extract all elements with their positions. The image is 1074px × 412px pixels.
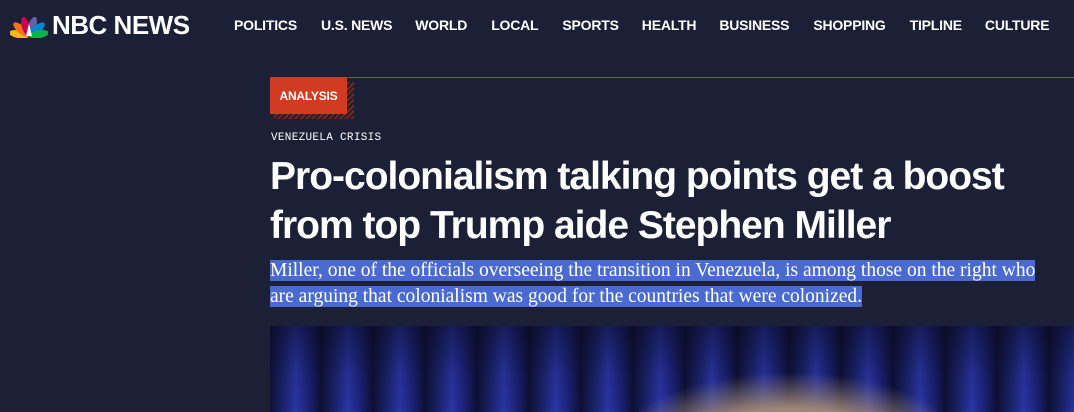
article-headline: Pro-colonialism talking points get a boo… bbox=[270, 155, 1005, 247]
brand-name: NBC NEWS bbox=[52, 10, 190, 40]
article-dek-text: Miller, one of the officials overseeing … bbox=[270, 260, 1036, 307]
lead-image-overlay bbox=[270, 326, 1074, 412]
site-header: NBC NEWS POLITICS U.S. NEWS WORLD LOCAL SPOR… bbox=[0, 0, 1074, 50]
nav-item-business[interactable]: BUSINESS bbox=[719, 17, 789, 33]
nav-item-u-s-news[interactable]: U.S. NEWS bbox=[321, 17, 393, 33]
analysis-badge: ANALYSIS bbox=[270, 78, 354, 119]
article-eyebrow-link[interactable]: VENEZUELA CRISIS bbox=[271, 132, 381, 144]
analysis-label: ANALYSIS bbox=[270, 78, 347, 114]
nav-item-tipline[interactable]: TIPLINE bbox=[910, 17, 962, 33]
nav-item-local[interactable]: LOCAL bbox=[491, 17, 538, 33]
article-dek: Miller, one of the officials overseeing … bbox=[270, 258, 1050, 310]
nav-item-world[interactable]: WORLD bbox=[415, 17, 467, 33]
nbc-news-logo[interactable]: NBC NEWS bbox=[10, 9, 190, 41]
nav-item-sports[interactable]: SPORTS bbox=[562, 17, 619, 33]
nav-item-culture[interactable]: CULTURE bbox=[985, 17, 1050, 33]
nav-item-politics[interactable]: POLITICS bbox=[234, 17, 297, 33]
nav-item-health[interactable]: HEALTH bbox=[642, 17, 697, 33]
nav-item-shopping[interactable]: SHOPPING bbox=[813, 17, 886, 33]
lead-image[interactable] bbox=[270, 326, 1074, 412]
peacock-logo-icon bbox=[10, 16, 48, 38]
main-nav: POLITICS U.S. NEWS WORLD LOCAL SPORTS HEALTH B… bbox=[234, 0, 1050, 50]
section-divider bbox=[270, 77, 1074, 78]
